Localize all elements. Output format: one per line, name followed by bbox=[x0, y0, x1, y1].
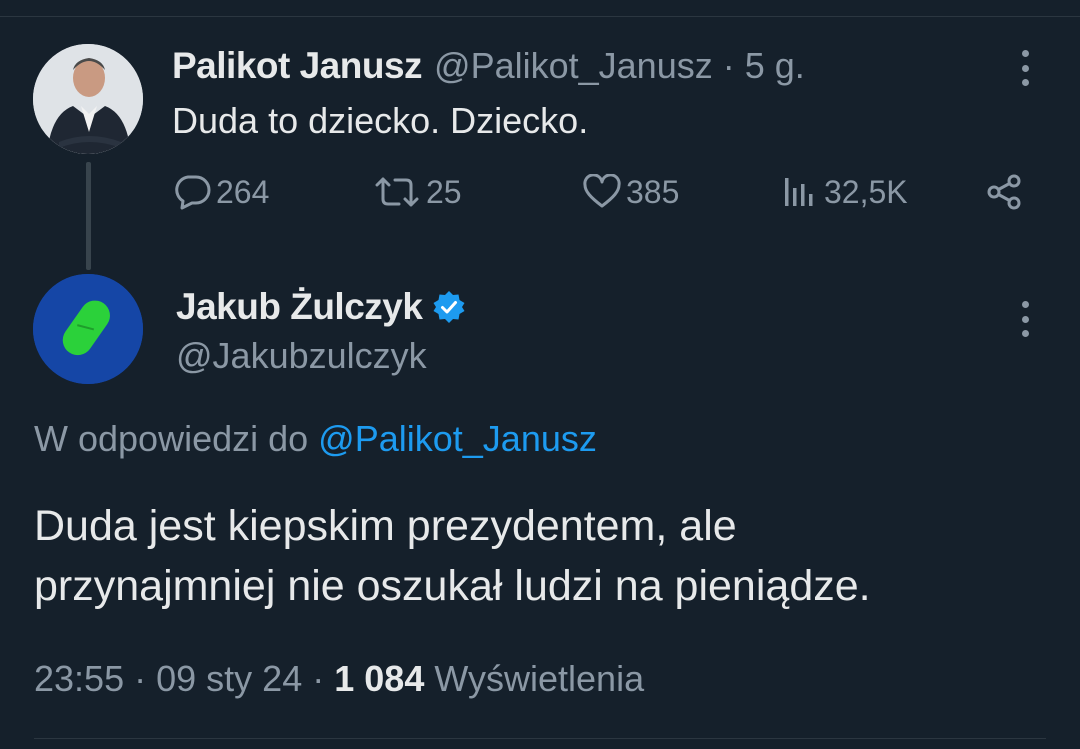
parent-action-bar: 264 25 385 32,5K bbox=[172, 170, 1032, 214]
views-count-value: 1 084 bbox=[334, 658, 425, 699]
views-count: 32,5K bbox=[824, 173, 908, 210]
footer-separator: · bbox=[134, 658, 147, 699]
tweet-time[interactable]: 23:55 bbox=[34, 658, 124, 699]
parent-timestamp[interactable]: 5 g. bbox=[745, 45, 805, 87]
retweet-count: 25 bbox=[426, 173, 462, 210]
thread-connector bbox=[86, 162, 91, 270]
reply-button[interactable]: 264 bbox=[172, 170, 269, 214]
views-button[interactable]: 32,5K bbox=[782, 170, 908, 214]
retweet-icon bbox=[375, 177, 419, 207]
bar-chart-icon bbox=[785, 178, 813, 206]
reply-count: 264 bbox=[216, 173, 270, 210]
tweet-footer: 23:55 · 09 sty 24 · 1 084 Wyświetlenia bbox=[34, 658, 644, 700]
footer-separator: · bbox=[312, 658, 325, 699]
replying-to-mention[interactable]: @Palikot_Janusz bbox=[318, 418, 597, 459]
avatar-palikot[interactable] bbox=[33, 44, 143, 154]
top-divider bbox=[0, 16, 1080, 17]
retweet-button[interactable]: 25 bbox=[372, 170, 462, 214]
parent-author-handle[interactable]: @Palikot_Janusz bbox=[434, 45, 713, 87]
like-button[interactable]: 385 bbox=[582, 170, 679, 214]
parent-tweet-header: Palikot Janusz @Palikot_Janusz · 5 g. bbox=[172, 44, 805, 88]
vertical-dots-icon[interactable] bbox=[1020, 301, 1030, 337]
reply-text-line: przynajmniej nie oszukał ludzi na pienią… bbox=[34, 562, 871, 610]
reply-text-line: Duda jest kiepskim prezydentem, ale bbox=[34, 502, 737, 550]
avatar-pill-icon bbox=[33, 274, 143, 384]
share-icon bbox=[987, 174, 1021, 210]
avatar-zulczyk[interactable] bbox=[33, 274, 143, 384]
reply-tweet-header: Jakub Żulczyk bbox=[176, 283, 466, 331]
like-count: 385 bbox=[626, 173, 680, 210]
avatar-person-icon bbox=[33, 44, 143, 154]
tweet-date[interactable]: 09 sty 24 bbox=[156, 658, 302, 699]
reply-author-name[interactable]: Jakub Żulczyk bbox=[176, 286, 423, 328]
vertical-dots-icon[interactable] bbox=[1020, 50, 1030, 86]
bottom-divider bbox=[34, 738, 1046, 739]
replying-to-prefix: W odpowiedzi do bbox=[34, 418, 309, 459]
parent-author-name[interactable]: Palikot Janusz bbox=[172, 45, 423, 87]
replying-to: W odpowiedzi do @Palikot_Janusz bbox=[34, 418, 597, 460]
heart-icon bbox=[583, 174, 621, 208]
reply-author-handle[interactable]: @Jakubzulczyk bbox=[176, 335, 427, 377]
share-button[interactable] bbox=[984, 170, 1024, 214]
speech-bubble-icon bbox=[175, 175, 211, 210]
reply-tweet-text: Duda jest kiepskim prezydentem, ale przy… bbox=[34, 496, 1044, 616]
meta-separator: · bbox=[722, 45, 735, 86]
parent-tweet-text: Duda to dziecko. Dziecko. bbox=[172, 100, 589, 141]
verified-badge-icon[interactable] bbox=[432, 290, 466, 324]
views-label[interactable]: Wyświetlenia bbox=[434, 658, 644, 699]
